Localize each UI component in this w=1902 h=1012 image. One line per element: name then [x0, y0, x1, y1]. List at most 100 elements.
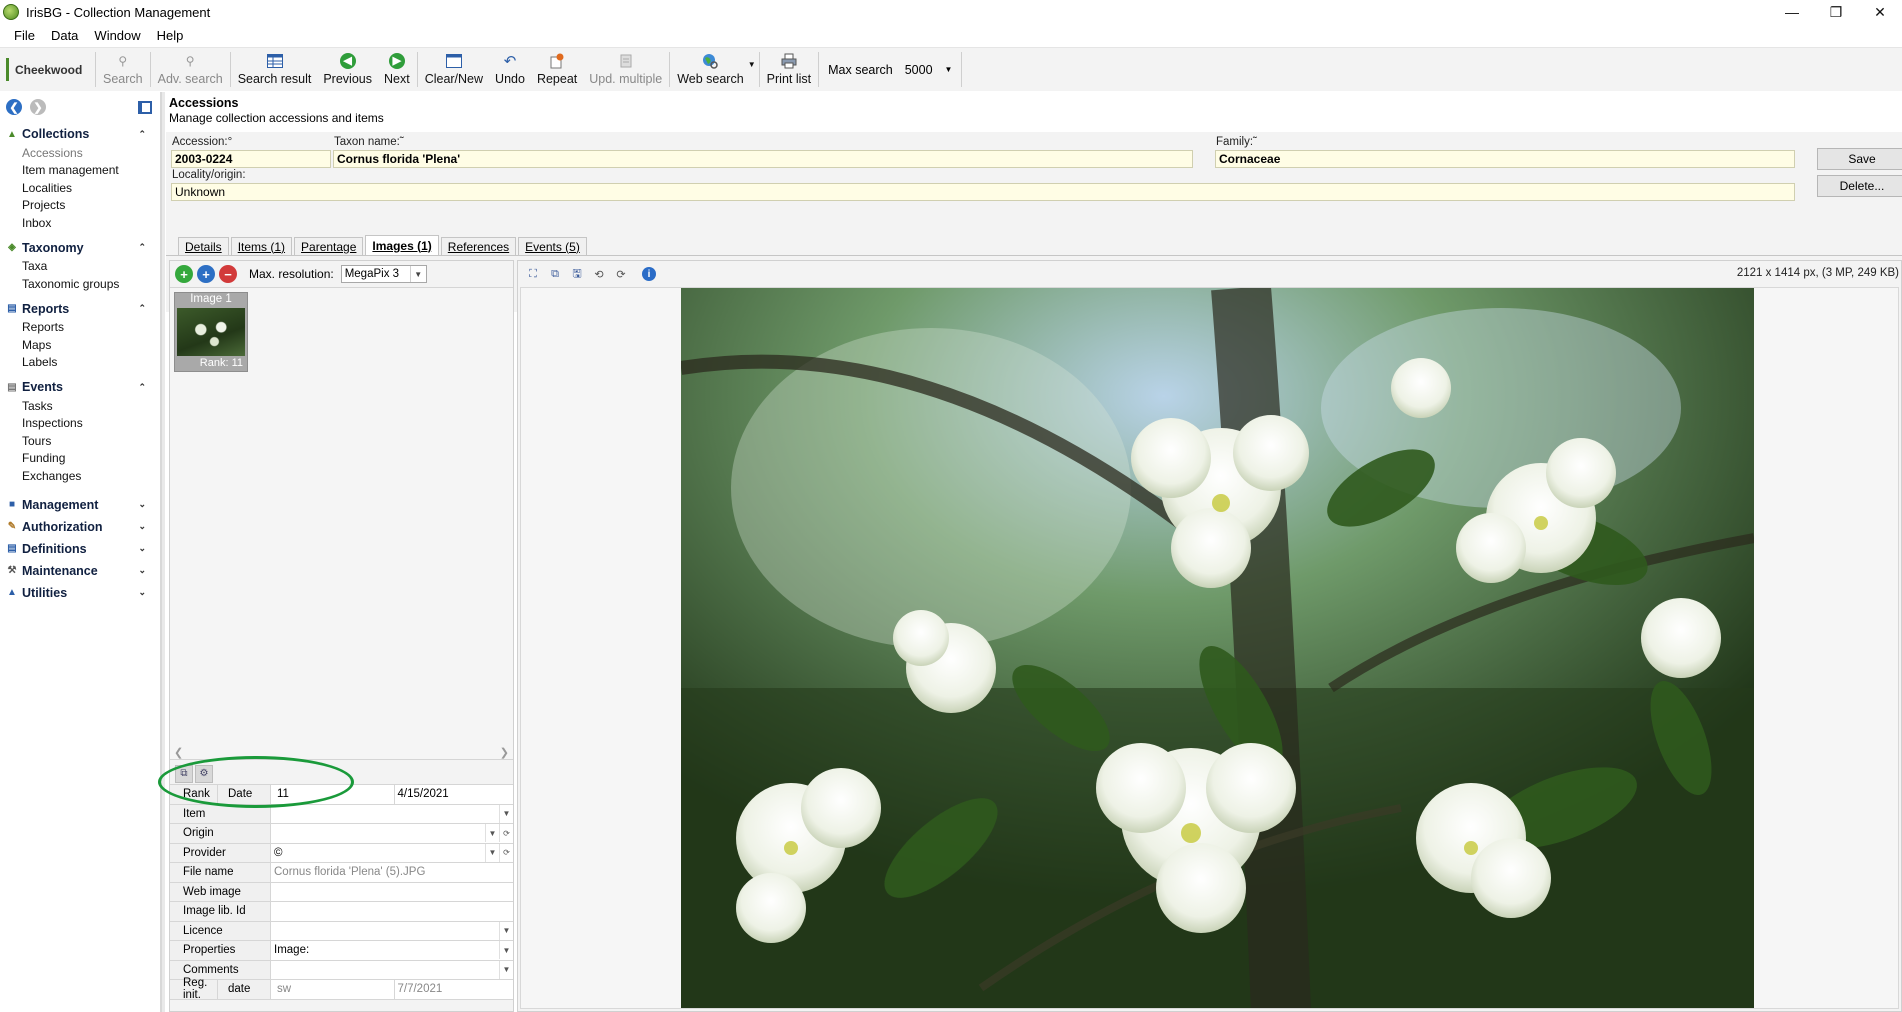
sidebar-item-tasks[interactable]: Tasks: [0, 397, 160, 415]
image-thumbnail[interactable]: Image 1 Rank: 11: [174, 292, 248, 372]
expand-icon[interactable]: ⌄: [138, 587, 146, 598]
sidebar-item-funding[interactable]: Funding: [0, 450, 160, 468]
minimize-button[interactable]: —: [1770, 0, 1814, 24]
copy-image-icon[interactable]: ⧉: [546, 265, 564, 283]
clear-new-button[interactable]: Clear/New: [419, 48, 489, 91]
nav-group-events[interactable]: ▤ Events ⌃: [0, 377, 160, 397]
date-field[interactable]: 4/15/2021: [393, 785, 514, 804]
panel-layout-icon[interactable]: [138, 100, 152, 114]
rotate-left-icon[interactable]: ⟲: [590, 265, 608, 283]
info-icon[interactable]: i: [642, 267, 656, 281]
comments-field[interactable]: ▼: [271, 960, 513, 979]
sidebar-item-reports[interactable]: Reports: [0, 319, 160, 337]
chevron-down-icon[interactable]: ▼: [499, 921, 513, 940]
tab-events[interactable]: Events (5): [518, 237, 587, 255]
file-name-field[interactable]: Cornus florida 'Plena' (5).JPG: [271, 863, 513, 882]
expand-icon[interactable]: ⌄: [138, 543, 146, 554]
image-lib-id-field[interactable]: [271, 902, 513, 921]
scroll-left-icon[interactable]: ❮: [174, 746, 183, 759]
reg-date-field[interactable]: 7/7/2021: [393, 980, 514, 999]
provider-field[interactable]: © ▼ ⟳: [271, 843, 513, 862]
collapse-icon[interactable]: ⌃: [138, 242, 146, 253]
fit-to-window-icon[interactable]: ⛶: [524, 265, 542, 283]
expand-icon[interactable]: ⌄: [138, 565, 146, 576]
tab-images[interactable]: Images (1): [365, 235, 439, 255]
tab-parentage[interactable]: Parentage: [294, 237, 364, 255]
menu-data[interactable]: Data: [43, 28, 86, 43]
nav-group-collections[interactable]: ▲ Collections ⌃: [0, 124, 160, 144]
restore-button[interactable]: ❐: [1814, 0, 1858, 24]
taxon-name-field[interactable]: Cornus florida 'Plena': [333, 150, 1193, 168]
sidebar-item-tours[interactable]: Tours: [0, 432, 160, 450]
forward-icon[interactable]: ❯: [30, 99, 46, 115]
refresh-icon[interactable]: ⟳: [499, 843, 513, 862]
sidebar-item-projects[interactable]: Projects: [0, 197, 160, 215]
refresh-icon[interactable]: ⟳: [499, 824, 513, 842]
update-multiple-button[interactable]: Upd. multiple: [583, 48, 668, 91]
sidebar-item-taxonomic-groups[interactable]: Taxonomic groups: [0, 275, 160, 293]
adv-search-button[interactable]: ⚲ Adv. search: [152, 48, 229, 91]
collapse-icon[interactable]: ⌃: [138, 129, 146, 140]
delete-button[interactable]: Delete...: [1817, 175, 1902, 197]
collapse-icon[interactable]: ⌃: [138, 382, 146, 393]
nav-group-taxonomy[interactable]: ◈ Taxonomy ⌃: [0, 238, 160, 258]
print-list-button[interactable]: Print list: [761, 48, 817, 91]
chevron-down-icon[interactable]: ▼: [485, 824, 499, 842]
licence-field[interactable]: ▼: [271, 921, 513, 940]
search-button[interactable]: ⚲ Search: [97, 48, 149, 91]
menu-help[interactable]: Help: [149, 28, 192, 43]
repeat-button[interactable]: Repeat: [531, 48, 583, 91]
chevron-down-icon[interactable]: ▼: [499, 960, 513, 979]
nav-group-authorization[interactable]: ✎ Authorization ⌄: [0, 517, 160, 537]
collapse-icon[interactable]: ⌃: [138, 303, 146, 314]
max-search-value[interactable]: 5000: [905, 63, 933, 77]
sidebar-item-maps[interactable]: Maps: [0, 336, 160, 354]
sidebar-item-exchanges[interactable]: Exchanges: [0, 467, 160, 485]
expand-icon[interactable]: ⌄: [138, 499, 146, 510]
sidebar-item-localities[interactable]: Localities: [0, 179, 160, 197]
web-search-dropdown-icon[interactable]: ▼: [748, 60, 756, 69]
nav-group-definitions[interactable]: ▤ Definitions ⌄: [0, 539, 160, 559]
nav-group-maintenance[interactable]: ⚒ Maintenance ⌄: [0, 561, 160, 581]
chevron-down-icon[interactable]: ▼: [499, 941, 513, 959]
sidebar-item-taxa[interactable]: Taxa: [0, 258, 160, 276]
sidebar-item-inbox[interactable]: Inbox: [0, 214, 160, 232]
tab-details[interactable]: Details: [178, 237, 229, 255]
add-blue-icon[interactable]: +: [197, 265, 215, 283]
previous-button[interactable]: ◀ Previous: [317, 48, 378, 91]
save-image-icon[interactable]: 🖫: [568, 265, 586, 283]
locality-field[interactable]: Unknown: [171, 183, 1795, 201]
properties-field[interactable]: Image: ▼: [271, 941, 513, 960]
web-search-button[interactable]: Web search ▼: [671, 48, 757, 91]
chevron-down-icon[interactable]: ▼: [485, 843, 499, 862]
search-result-button[interactable]: Search result: [232, 48, 318, 91]
scroll-right-icon[interactable]: ❯: [500, 746, 509, 759]
max-search-dropdown-icon[interactable]: ▼: [945, 65, 953, 74]
reg-init-field[interactable]: sw: [274, 980, 394, 999]
family-field[interactable]: Cornaceae: [1215, 150, 1795, 168]
sidebar-item-inspections[interactable]: Inspections: [0, 415, 160, 433]
save-button[interactable]: Save: [1817, 148, 1902, 170]
add-icon[interactable]: +: [175, 265, 193, 283]
item-field[interactable]: ▼: [271, 804, 513, 823]
menu-file[interactable]: File: [6, 28, 43, 43]
chevron-down-icon[interactable]: ▼: [499, 804, 513, 823]
sidebar-item-accessions[interactable]: Accessions: [0, 144, 160, 162]
nav-group-management[interactable]: ■ Management ⌄: [0, 495, 160, 515]
max-resolution-select[interactable]: MegaPix 3 ▼: [340, 265, 427, 283]
close-button[interactable]: ✕: [1858, 0, 1902, 24]
accession-field[interactable]: 2003-0224: [171, 150, 331, 168]
origin-field[interactable]: ▼ ⟳: [271, 824, 513, 843]
sidebar-item-item-management[interactable]: Item management: [0, 162, 160, 180]
remove-icon[interactable]: −: [219, 265, 237, 283]
next-button[interactable]: ▶ Next: [378, 48, 416, 91]
rotate-right-icon[interactable]: ⟳: [612, 265, 630, 283]
site-selector[interactable]: Cheekwood: [6, 58, 94, 81]
web-image-field[interactable]: [271, 882, 513, 901]
sidebar-item-labels[interactable]: Labels: [0, 354, 160, 372]
expand-icon[interactable]: ⌄: [138, 521, 146, 532]
back-icon[interactable]: ❮: [6, 99, 22, 115]
tab-references[interactable]: References: [440, 237, 517, 255]
menu-window[interactable]: Window: [86, 28, 148, 43]
panel-splitter[interactable]: [162, 92, 165, 1012]
